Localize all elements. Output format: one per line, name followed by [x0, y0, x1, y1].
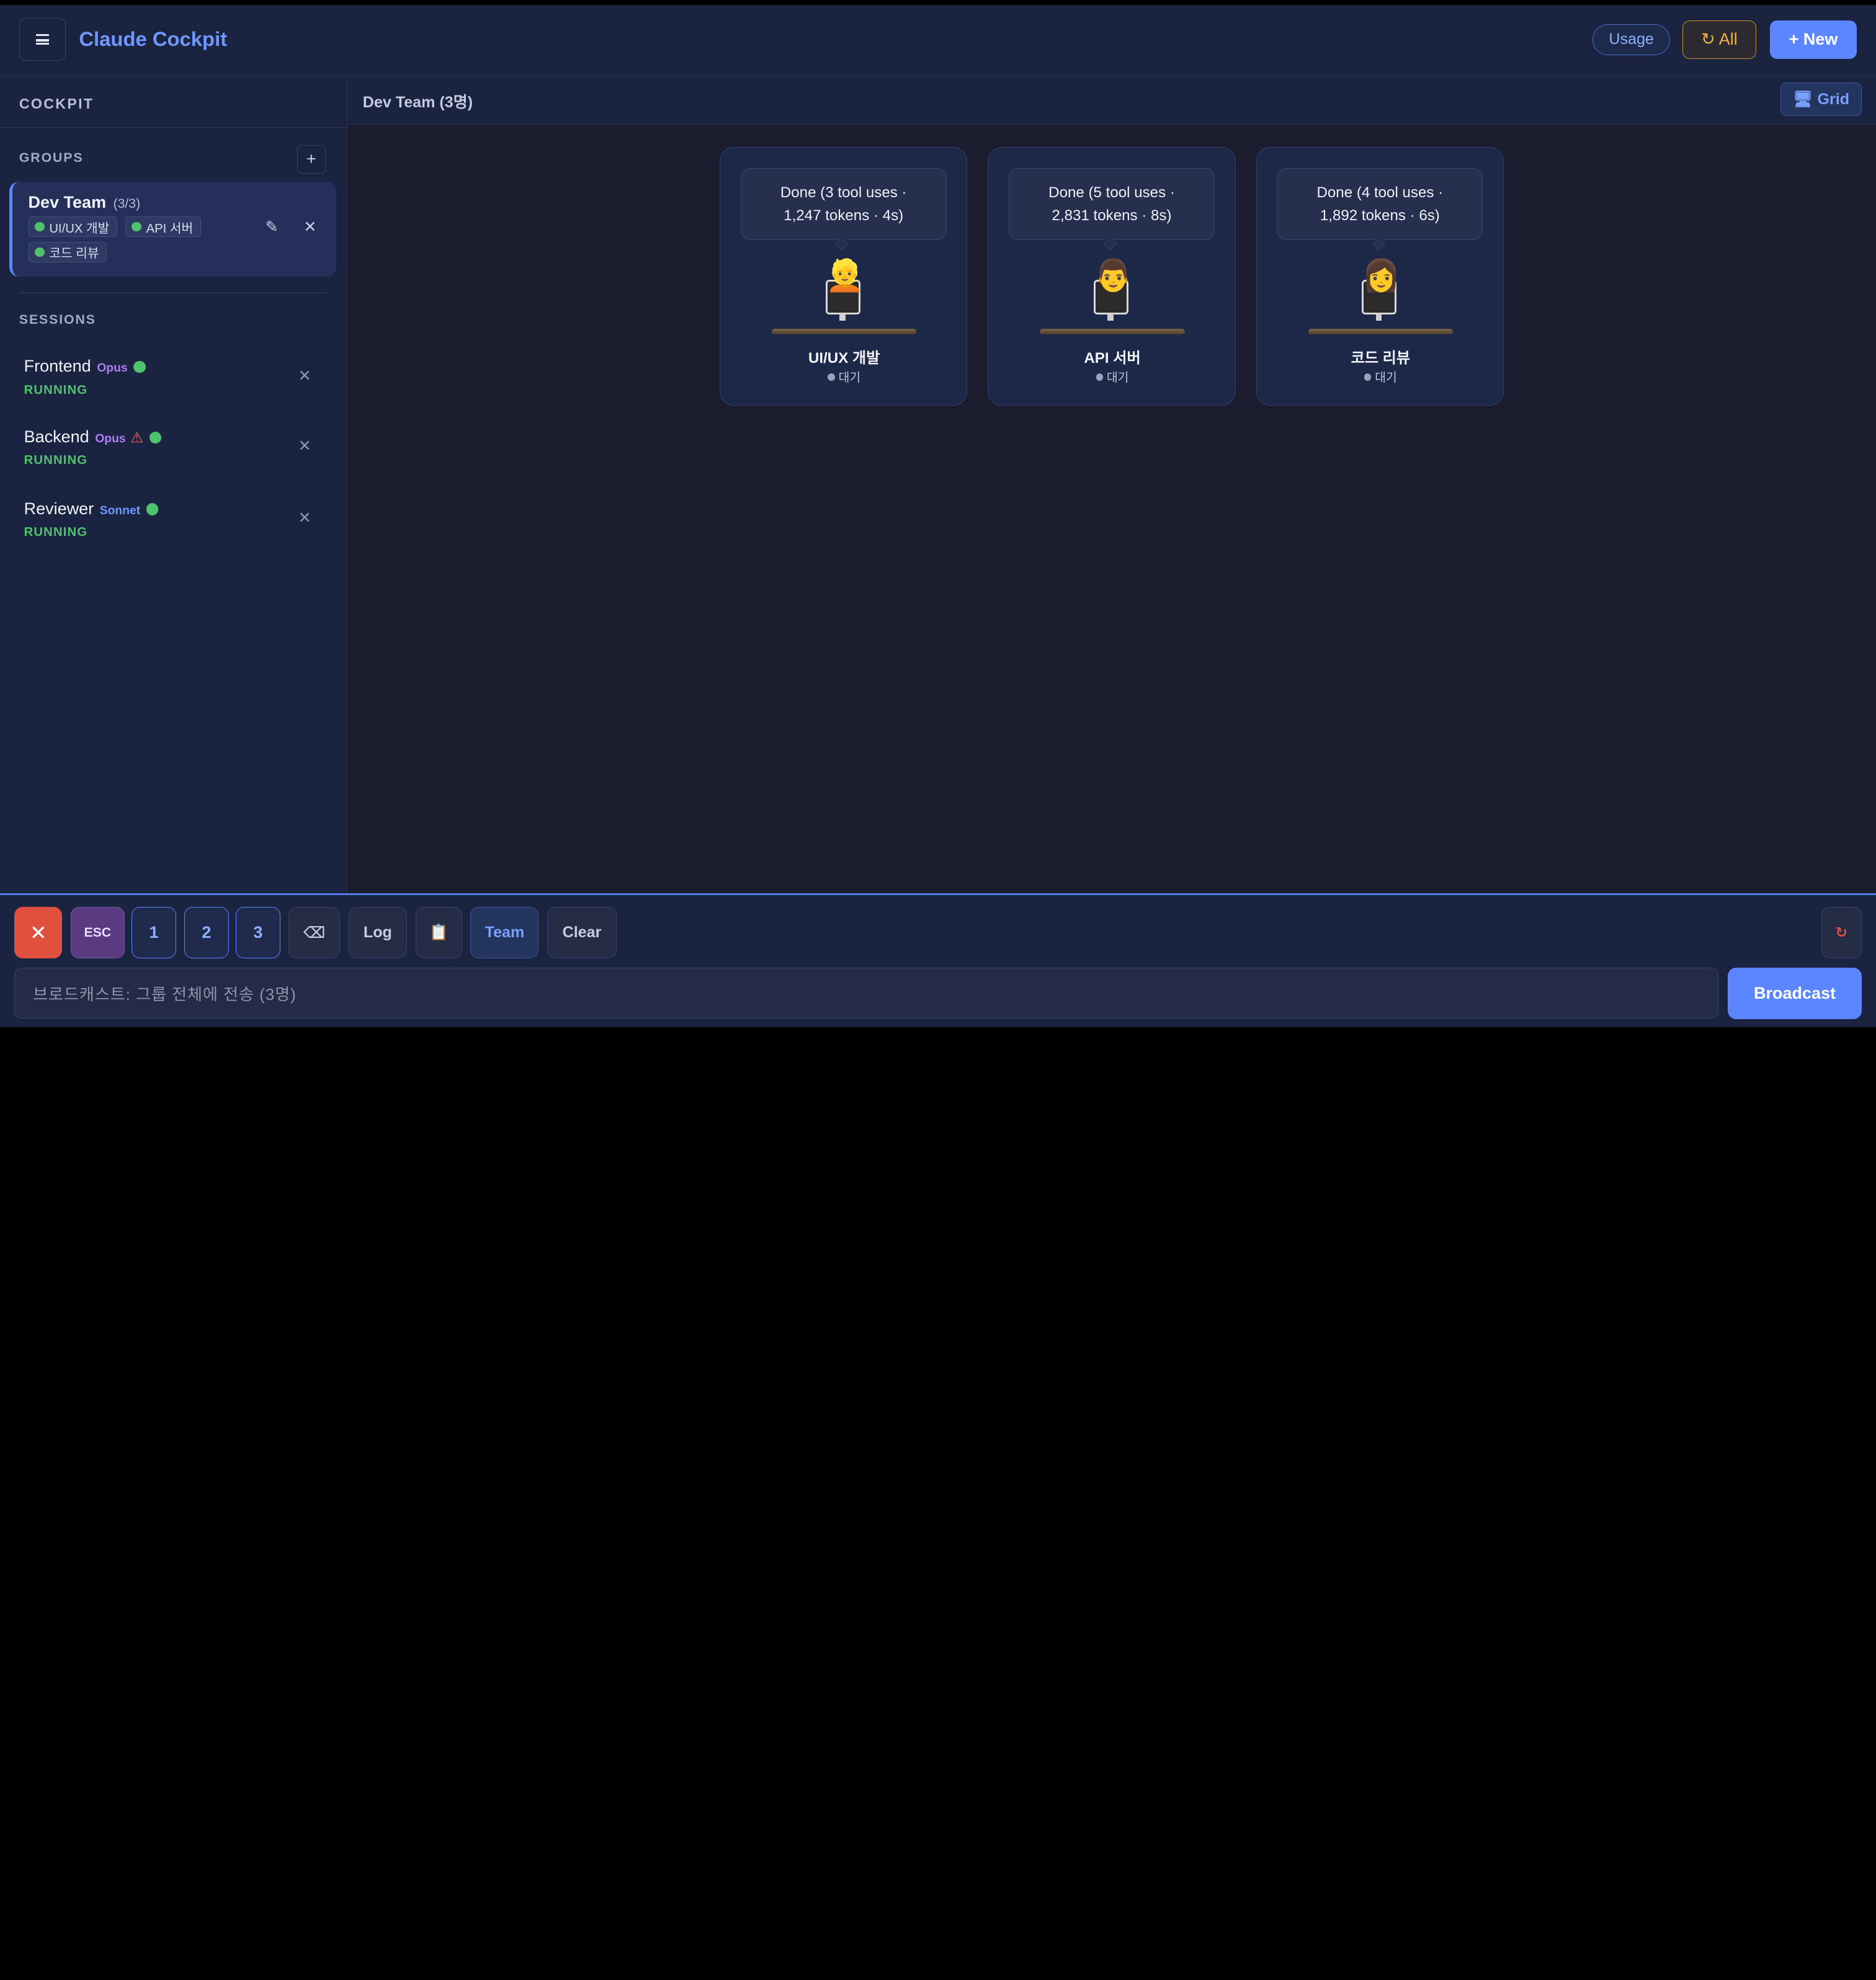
team-button[interactable]: Team [470, 907, 539, 959]
key-1-button[interactable]: 1 [132, 907, 176, 959]
app-title: Claude Cockpit [79, 27, 228, 51]
agent-avatar-icon: 👩 [1362, 257, 1401, 293]
groups-label: GROUPS [19, 151, 84, 166]
desk-icon [1308, 328, 1454, 335]
agent-avatar-icon: 👱 [825, 257, 865, 293]
warning-icon: ⚠ [130, 429, 144, 445]
key-3-button[interactable]: 3 [236, 907, 280, 959]
status-dot-icon [35, 247, 45, 257]
divider [0, 127, 347, 128]
session-status: RUNNING [24, 453, 88, 468]
top-bar: Claude Cockpit Usage ↻ All + New [0, 4, 1876, 76]
session-item-reviewer[interactable]: Reviewer Sonnet RUNNING ✕ [9, 494, 336, 556]
clear-button[interactable]: Clear [547, 907, 617, 959]
session-name: Backend [24, 427, 89, 446]
status-dot-icon [146, 503, 159, 515]
esc-button[interactable]: ESC [70, 907, 125, 959]
agent-state: 대기 [988, 368, 1236, 385]
idle-dot-icon [1364, 373, 1372, 381]
status-bubble: Done (3 tool uses · 1,247 tokens · 4s) [740, 168, 947, 240]
control-bar: ✕ ESC 1 2 3 ⌫ Log 📋 Team Clear ↻ 브로드캐스트:… [0, 893, 1876, 1027]
close-icon[interactable]: ✕ [14, 907, 63, 959]
refresh-all-button[interactable]: ↻ All [1682, 20, 1757, 59]
model-badge: Opus [97, 362, 128, 375]
status-dot-icon [133, 360, 146, 373]
agent-name: API 서버 [1084, 349, 1141, 367]
group-member-chip: API 서버 [125, 216, 201, 238]
group-member-chip: 코드 리뷰 [28, 241, 107, 262]
desk-icon [1040, 328, 1185, 335]
add-group-button[interactable]: + [297, 145, 326, 174]
agent-name: 코드 리뷰 [1351, 349, 1411, 367]
close-session-icon[interactable]: ✕ [298, 437, 311, 455]
status-bubble: Done (4 tool uses · 1,892 tokens · 6s) [1277, 168, 1483, 240]
session-item-frontend[interactable]: Frontend Opus RUNNING ✕ [9, 352, 336, 414]
agent-state: 대기 [1257, 368, 1505, 385]
menu-button[interactable] [19, 17, 66, 61]
session-name: Frontend [24, 357, 91, 376]
agent-state: 대기 [720, 368, 968, 385]
idle-dot-icon [1096, 373, 1104, 381]
clipboard-icon[interactable]: 📋 [415, 907, 462, 959]
page-title: Dev Team (3명) [362, 93, 473, 111]
model-badge: Opus [95, 432, 126, 445]
status-dot-icon [35, 221, 45, 232]
status-dot-icon [149, 431, 162, 444]
status-bubble: Done (5 tool uses · 2,831 tokens · 8s) [1009, 168, 1215, 240]
key-2-button[interactable]: 2 [184, 907, 229, 959]
monitor-icon: 🖥 [1792, 90, 1813, 108]
group-member-chip: UI/UX 개발 [28, 216, 117, 238]
session-name: Reviewer [24, 499, 94, 518]
agent-avatar-icon: 👨 [1094, 257, 1133, 293]
sidebar-heading: COCKPIT [19, 96, 94, 112]
idle-dot-icon [828, 373, 835, 381]
log-button[interactable]: Log [348, 907, 408, 959]
sidebar: COCKPIT GROUPS + Dev Team (3/3) UI/UX 개발… [0, 75, 347, 893]
app-window: Claude Cockpit Usage ↻ All + New COCKPIT… [0, 4, 1876, 1027]
new-session-button[interactable]: + New [1769, 20, 1857, 59]
desk-icon [771, 328, 917, 335]
main-header: Dev Team (3명) 🖥 Grid [347, 75, 1876, 125]
agent-card[interactable]: Done (5 tool uses · 2,831 tokens · 8s) 👨 … [988, 147, 1236, 406]
agent-card[interactable]: Done (4 tool uses · 1,892 tokens · 6s) 👩 … [1256, 147, 1504, 406]
usage-button[interactable]: Usage [1592, 24, 1671, 55]
group-name: Dev Team [28, 192, 107, 212]
broadcast-input[interactable]: 브로드캐스트: 그룹 전체에 전송 (3명) [14, 968, 1718, 1019]
close-session-icon[interactable]: ✕ [298, 367, 311, 385]
model-badge: Sonnet [99, 504, 141, 517]
broadcast-button[interactable]: Broadcast [1727, 968, 1862, 1020]
session-item-backend[interactable]: Backend Opus ⚠ RUNNING ✕ [9, 422, 336, 484]
close-session-icon[interactable]: ✕ [298, 509, 311, 527]
agent-card[interactable]: Done (3 tool uses · 1,247 tokens · 4s) 👱 … [719, 147, 968, 406]
grid-view-button[interactable]: 🖥 Grid [1780, 82, 1862, 117]
backspace-icon[interactable]: ⌫ [288, 907, 341, 959]
hamburger-icon [35, 33, 50, 45]
session-status: RUNNING [24, 525, 88, 540]
status-dot-icon [132, 221, 141, 232]
sessions-label: SESSIONS [19, 312, 96, 327]
divider [19, 292, 327, 293]
edit-group-icon[interactable]: ✎ [266, 218, 279, 236]
delete-group-icon[interactable]: ✕ [303, 218, 316, 236]
refresh-icon[interactable]: ↻ [1821, 907, 1862, 959]
group-count: (3/3) [113, 196, 141, 211]
agent-name: UI/UX 개발 [808, 349, 880, 367]
session-status: RUNNING [24, 383, 88, 397]
group-card-dev-team[interactable]: Dev Team (3/3) UI/UX 개발 API 서버 코드 리뷰 ✎ ✕ [9, 182, 337, 277]
